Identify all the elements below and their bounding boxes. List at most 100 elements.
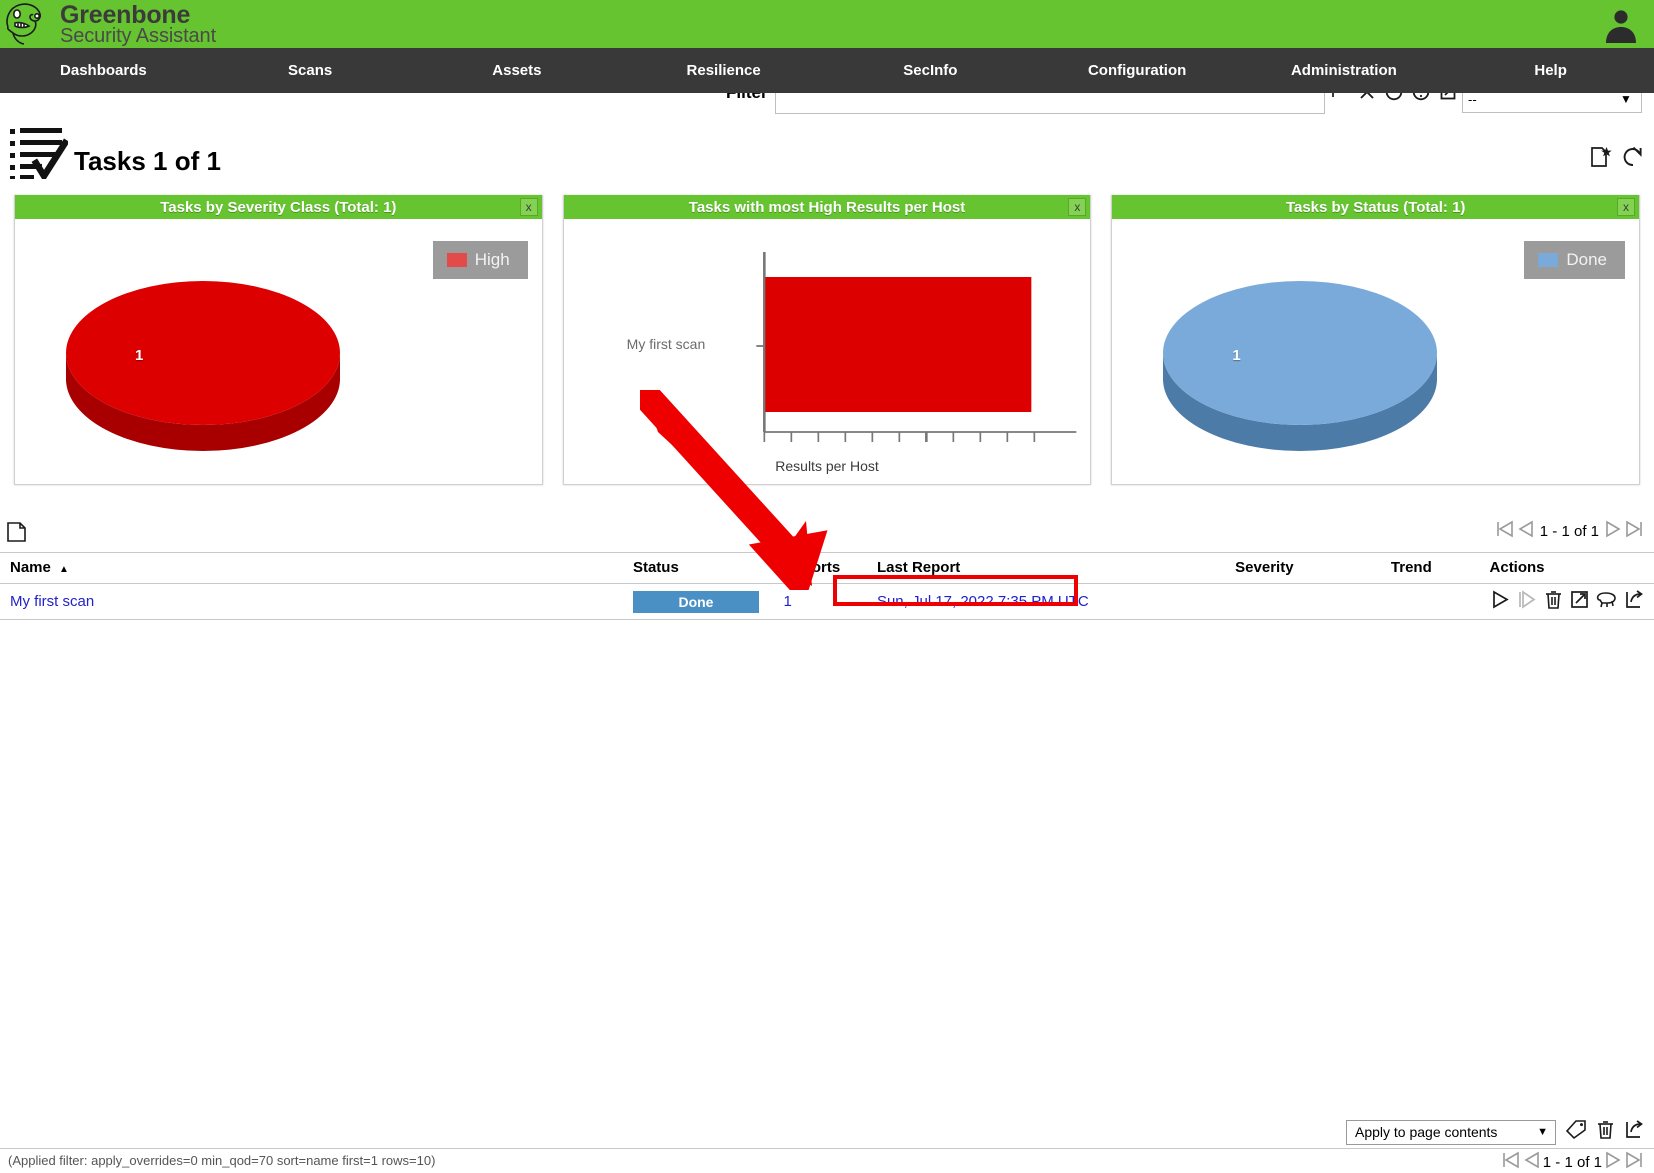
column-header-trend[interactable]: Trend (1381, 553, 1480, 584)
next-page-icon[interactable] (1604, 1151, 1622, 1173)
panel-body: High 1 (15, 219, 542, 484)
nav-item-scans[interactable]: Scans (207, 62, 414, 79)
row-action-icons (1490, 590, 1650, 613)
severity-pie-chart[interactable] (63, 261, 343, 456)
resume-task-icon[interactable] (1517, 590, 1537, 613)
legend-label-high: High (475, 250, 510, 270)
status-pie-chart[interactable] (1160, 261, 1440, 456)
panel-title: Tasks with most High Results per Host (689, 199, 965, 216)
delete-selected-icon[interactable] (1596, 1119, 1615, 1145)
last-page-icon[interactable] (1624, 520, 1644, 542)
legend-swatch-high (447, 253, 467, 267)
task-name-link[interactable]: My first scan (10, 593, 94, 610)
dashboard-panel-severity-class: Tasks by Severity Class (Total: 1) x Hig… (14, 195, 543, 485)
pagination-bottom: 1 - 1 of 1 (1501, 1151, 1644, 1173)
panel-header: Tasks by Severity Class (Total: 1) x (15, 195, 542, 219)
close-icon[interactable]: x (1068, 198, 1086, 216)
filter-input[interactable] (775, 93, 1325, 114)
task-list-check-icon (10, 121, 68, 184)
close-icon[interactable]: x (520, 198, 538, 216)
panel-title: Tasks by Status (Total: 1) (1286, 199, 1465, 216)
panel-body: Done 1 (1112, 219, 1639, 484)
table-row: My first scan Done 1 Sun, Jul 17, 2022 7… (0, 584, 1654, 620)
reset-filter-icon[interactable] (1357, 93, 1377, 110)
bulk-actions-inner: Apply to page contents ▼ (1346, 1119, 1644, 1145)
logo-container[interactable]: Greenbone Security Assistant (0, 1, 216, 47)
column-label-name: Name (10, 559, 51, 576)
table-header-row: Name ▲ Status Reports Last Report Severi… (0, 553, 1654, 584)
new-task-wizard-icon[interactable] (1590, 146, 1612, 173)
close-icon[interactable]: x (1617, 198, 1635, 216)
column-header-status[interactable]: Status (623, 553, 774, 584)
status-badge[interactable]: Done (633, 591, 759, 613)
cell-last-report: Sun, Jul 17, 2022 7:35 PM UTC (867, 584, 1225, 620)
column-header-name[interactable]: Name ▲ (0, 553, 623, 584)
nav-item-dashboards[interactable]: Dashboards (0, 62, 207, 79)
chart-legend: High (433, 241, 528, 279)
page-heading-row: Tasks 1 of 1 (0, 112, 1654, 182)
clone-task-icon[interactable] (1596, 590, 1617, 613)
refresh-icon[interactable] (1622, 146, 1644, 173)
panel-body: My first scan Results per Host (564, 219, 1091, 484)
export-selected-icon[interactable] (1624, 1119, 1644, 1145)
tasks-table: Name ▲ Status Reports Last Report Severi… (0, 552, 1654, 620)
legend-swatch-done (1538, 253, 1558, 267)
dashboard-panel-task-status: Tasks by Status (Total: 1) x Done 1 (1111, 195, 1640, 485)
cell-reports: 1 (774, 584, 867, 620)
cell-task-name: My first scan (0, 584, 623, 620)
page-heading-actions (1590, 146, 1644, 173)
brand-name-primary: Greenbone (60, 3, 216, 28)
bar-x-axis-label: Results per Host (564, 458, 1091, 474)
nav-item-resilience[interactable]: Resilience (620, 62, 827, 79)
column-header-actions: Actions (1480, 553, 1654, 584)
user-account-icon[interactable] (1602, 5, 1640, 43)
clear-filter-icon[interactable] (1384, 93, 1404, 110)
last-page-icon[interactable] (1624, 1151, 1644, 1173)
column-header-reports[interactable]: Reports (774, 553, 867, 584)
new-folder-icon[interactable] (7, 522, 29, 547)
previous-page-icon[interactable] (1523, 1151, 1541, 1173)
bulk-apply-scope-value: Apply to page contents (1355, 1124, 1497, 1140)
edit-task-icon[interactable] (1570, 590, 1589, 613)
bulk-actions-row: Apply to page contents ▼ (0, 1116, 1654, 1149)
help-filter-icon[interactable] (1411, 93, 1431, 110)
edit-filter-icon[interactable] (1438, 93, 1458, 110)
start-task-icon[interactable] (1490, 590, 1510, 613)
pagination-top: 1 - 1 of 1 (1495, 520, 1644, 542)
nav-item-administration[interactable]: Administration (1241, 62, 1448, 79)
column-header-last-report[interactable]: Last Report (867, 553, 1225, 584)
filter-label: Filter (726, 93, 768, 103)
chart-legend: Done (1524, 241, 1625, 279)
last-report-link[interactable]: Sun, Jul 17, 2022 7:35 PM UTC (877, 593, 1089, 610)
first-page-icon[interactable] (1495, 520, 1515, 542)
column-header-severity[interactable]: Severity (1225, 553, 1381, 584)
previous-page-icon[interactable] (1517, 520, 1535, 542)
pie-slice-label: 1 (135, 347, 143, 364)
nav-item-assets[interactable]: Assets (414, 62, 621, 79)
next-page-icon[interactable] (1604, 520, 1622, 542)
refresh-filter-icon[interactable] (1330, 93, 1350, 110)
nav-item-configuration[interactable]: Configuration (1034, 62, 1241, 79)
bulk-apply-scope-select[interactable]: Apply to page contents ▼ (1346, 1120, 1556, 1145)
nav-item-help[interactable]: Help (1447, 62, 1654, 79)
export-task-icon[interactable] (1624, 590, 1644, 613)
cell-actions (1480, 584, 1654, 620)
brand-bar: Greenbone Security Assistant (0, 0, 1654, 48)
brand-name-secondary: Security Assistant (60, 26, 216, 46)
applied-filter-text: (Applied filter: apply_overrides=0 min_q… (8, 1153, 435, 1168)
reports-count-link[interactable]: 1 (784, 593, 792, 610)
page-title: Tasks 1 of 1 (74, 146, 221, 177)
dashboard-panel-high-results-per-host: Tasks with most High Results per Host x (563, 195, 1092, 485)
saved-filter-select[interactable]: -- (1462, 93, 1642, 113)
first-page-icon[interactable] (1501, 1151, 1521, 1173)
nav-item-secinfo[interactable]: SecInfo (827, 62, 1034, 79)
pagination-range: 1 - 1 of 1 (1537, 523, 1602, 540)
greenbone-dragon-logo-icon (4, 1, 52, 47)
pagination-range: 1 - 1 of 1 (1543, 1154, 1602, 1171)
panel-header: Tasks with most High Results per Host x (564, 195, 1091, 219)
cell-status: Done (623, 584, 774, 620)
delete-task-icon[interactable] (1544, 590, 1563, 613)
add-tag-icon[interactable] (1565, 1119, 1587, 1145)
sort-ascending-icon: ▲ (59, 564, 69, 575)
pie-slice-label: 1 (1232, 347, 1240, 364)
